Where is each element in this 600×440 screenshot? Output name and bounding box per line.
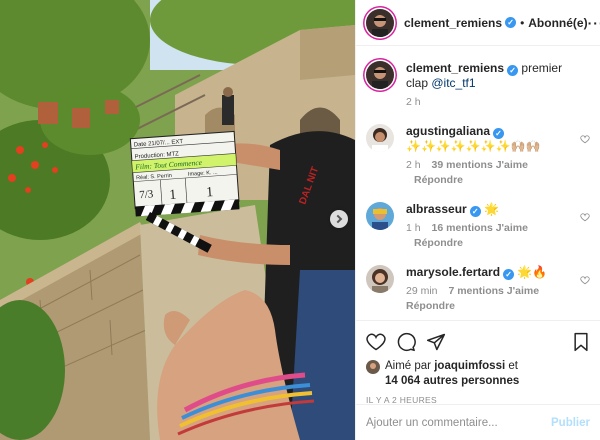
likes-count[interactable]: 14 064 autres personnes <box>385 375 519 387</box>
clapper-take: 1 <box>169 188 177 203</box>
publish-button[interactable]: Publier <box>551 417 590 429</box>
caption: clement_remiens ✓ premier clap @itc_tf1 2… <box>366 61 590 110</box>
commenter-username[interactable]: marysole.fertard <box>406 265 500 279</box>
heart-outline-icon[interactable] <box>580 134 590 144</box>
clapper-scene: 7/3 <box>139 188 154 201</box>
liker-username[interactable]: joaquimfossi <box>434 360 505 372</box>
next-image-button[interactable] <box>330 210 348 228</box>
heart-outline-icon[interactable] <box>580 212 590 222</box>
verified-badge-icon: ✓ <box>469 206 481 217</box>
clapper-roll: 1 <box>206 185 214 200</box>
heart-outline-icon[interactable] <box>580 275 590 285</box>
comment-time: 29 min <box>406 285 438 297</box>
comments-list[interactable]: clement_remiens ✓ premier clap @itc_tf1 2… <box>356 47 600 315</box>
comment-time: 1 h <box>406 222 421 234</box>
reply-button[interactable]: Répondre <box>414 174 463 186</box>
comment-likes-count[interactable]: 16 mentions J'aime <box>432 222 528 234</box>
caption-avatar[interactable] <box>366 61 394 89</box>
separator-dot: • <box>520 15 525 30</box>
reply-button[interactable]: Répondre <box>406 300 455 312</box>
add-comment-bar: Publier <box>356 404 600 440</box>
post-photo: DAL NIT Date 21/07/... EXT Production: M… <box>0 0 355 440</box>
verified-badge-icon: ✓ <box>505 17 517 28</box>
comment-item: agustingaliana ✓ ✨✨✨✨✨✨✨🙌🏼🙌🏼 2 h 39 menti… <box>366 124 590 188</box>
comment-likes-count[interactable]: 39 mentions J'aime <box>432 159 528 171</box>
comment-time: 2 h <box>406 159 421 171</box>
comment-text: 🌟 <box>484 202 499 216</box>
caption-mention-link[interactable]: @itc_tf1 <box>431 76 475 90</box>
commenter-username[interactable]: agustingaliana <box>406 124 490 138</box>
comment-text: ✨✨✨✨✨✨✨🙌🏼🙌🏼 <box>406 139 541 153</box>
bookmark-icon[interactable] <box>572 332 590 352</box>
comment-item: albrasseur ✓ 🌟 1 h 16 mentions J'aime Rép… <box>366 202 590 251</box>
post-image: DAL NIT Date 21/07/... EXT Production: M… <box>0 0 355 440</box>
comment-bubble-icon[interactable] <box>396 332 416 352</box>
comment-item: marysole.fertard ✓ 🌟🔥 29 min 7 mentions J… <box>366 265 590 314</box>
liked-by-prefix: Aimé par <box>385 360 432 372</box>
likes-summary: Aimé par joaquimfossi et 14 064 autres p… <box>366 359 590 389</box>
comment-input[interactable] <box>366 416 552 429</box>
verified-badge-icon: ✓ <box>507 65 519 76</box>
like-heart-icon[interactable] <box>366 332 386 352</box>
clapperboard: Date 21/07/... EXT Production: MTZ Film:… <box>129 130 240 217</box>
follow-button[interactable]: Abonné(e) <box>528 16 587 30</box>
more-options-icon[interactable]: ··· <box>588 15 600 31</box>
post-header: clement_remiens ✓ • Abonné(e) ··· <box>356 0 600 46</box>
commenter-avatar[interactable] <box>366 124 394 152</box>
share-send-icon[interactable] <box>426 332 446 352</box>
chevron-right-icon <box>333 214 343 224</box>
post-sidebar: clement_remiens ✓ • Abonné(e) ··· clemen… <box>355 0 600 440</box>
commenter-avatar[interactable] <box>366 265 394 293</box>
caption-time: 2 h <box>406 96 421 108</box>
commenter-username[interactable]: albrasseur <box>406 202 467 216</box>
liked-by-conj: et <box>508 360 518 372</box>
verified-badge-icon: ✓ <box>493 128 505 139</box>
author-username[interactable]: clement_remiens <box>404 16 502 30</box>
verified-badge-icon: ✓ <box>503 269 515 280</box>
liker-avatar[interactable] <box>366 360 380 374</box>
commenter-avatar[interactable] <box>366 202 394 230</box>
reply-button[interactable]: Répondre <box>414 237 463 249</box>
caption-username[interactable]: clement_remiens <box>406 61 504 75</box>
post-actions: Aimé par joaquimfossi et 14 064 autres p… <box>356 320 600 405</box>
author-avatar[interactable] <box>366 8 394 37</box>
comment-likes-count[interactable]: 7 mentions J'aime <box>448 285 539 297</box>
comment-text: 🌟🔥 <box>517 265 548 279</box>
